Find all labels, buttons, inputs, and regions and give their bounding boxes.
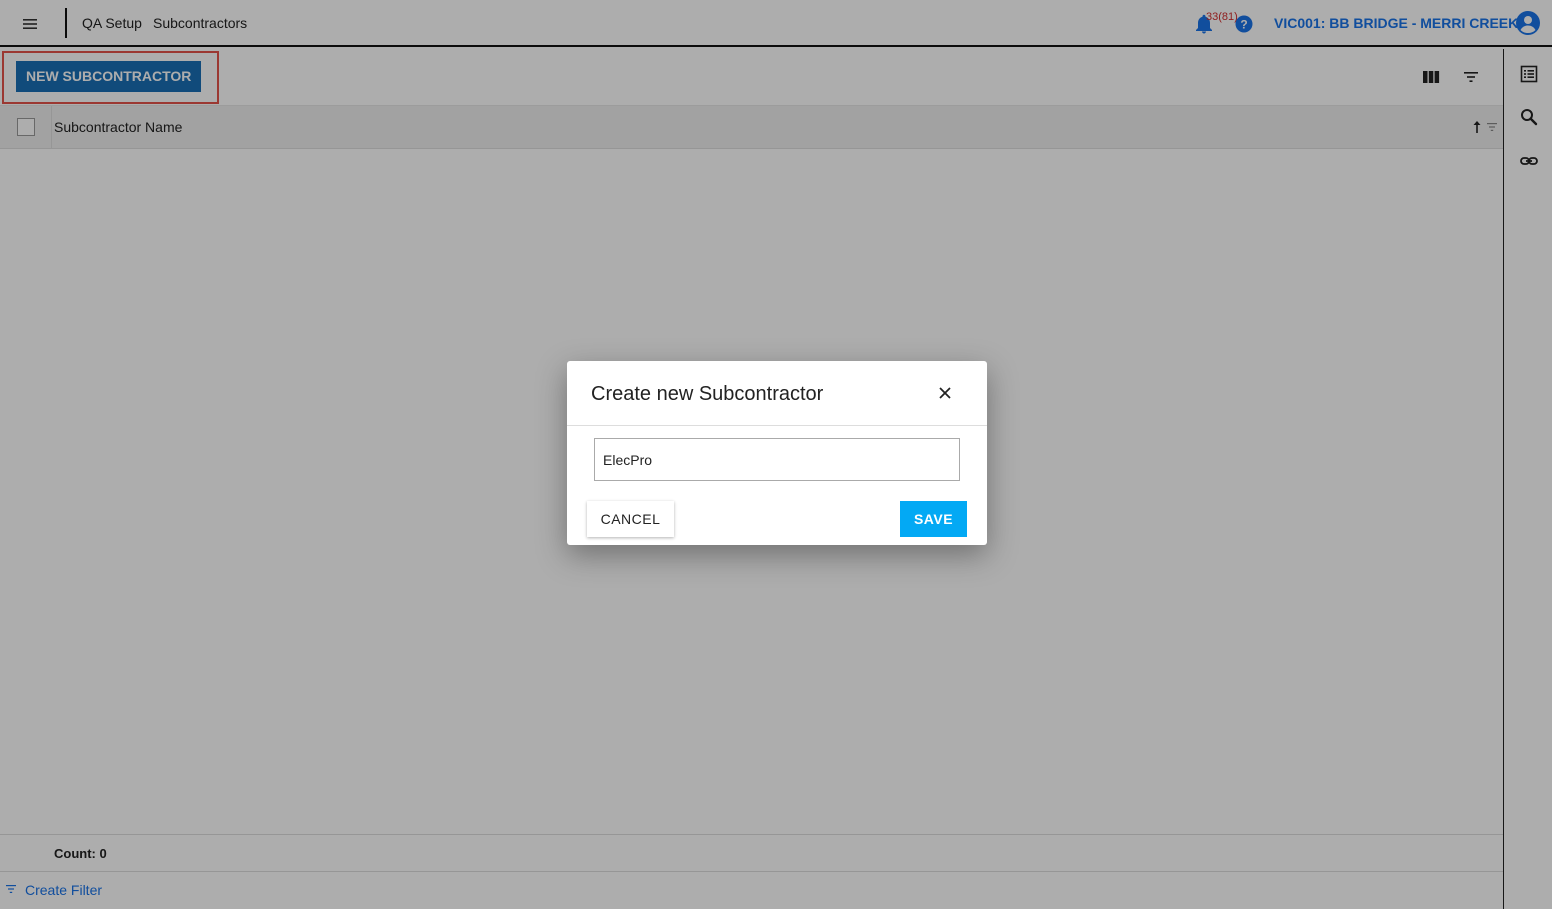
dialog-divider [567, 425, 987, 426]
create-subcontractor-dialog: Create new Subcontractor CANCEL SAVE [567, 361, 987, 545]
close-icon[interactable] [937, 385, 953, 401]
subcontractor-name-input[interactable] [594, 438, 960, 481]
dialog-title: Create new Subcontractor [591, 383, 824, 405]
save-button[interactable]: SAVE [900, 501, 967, 537]
cancel-button[interactable]: CANCEL [587, 501, 674, 537]
